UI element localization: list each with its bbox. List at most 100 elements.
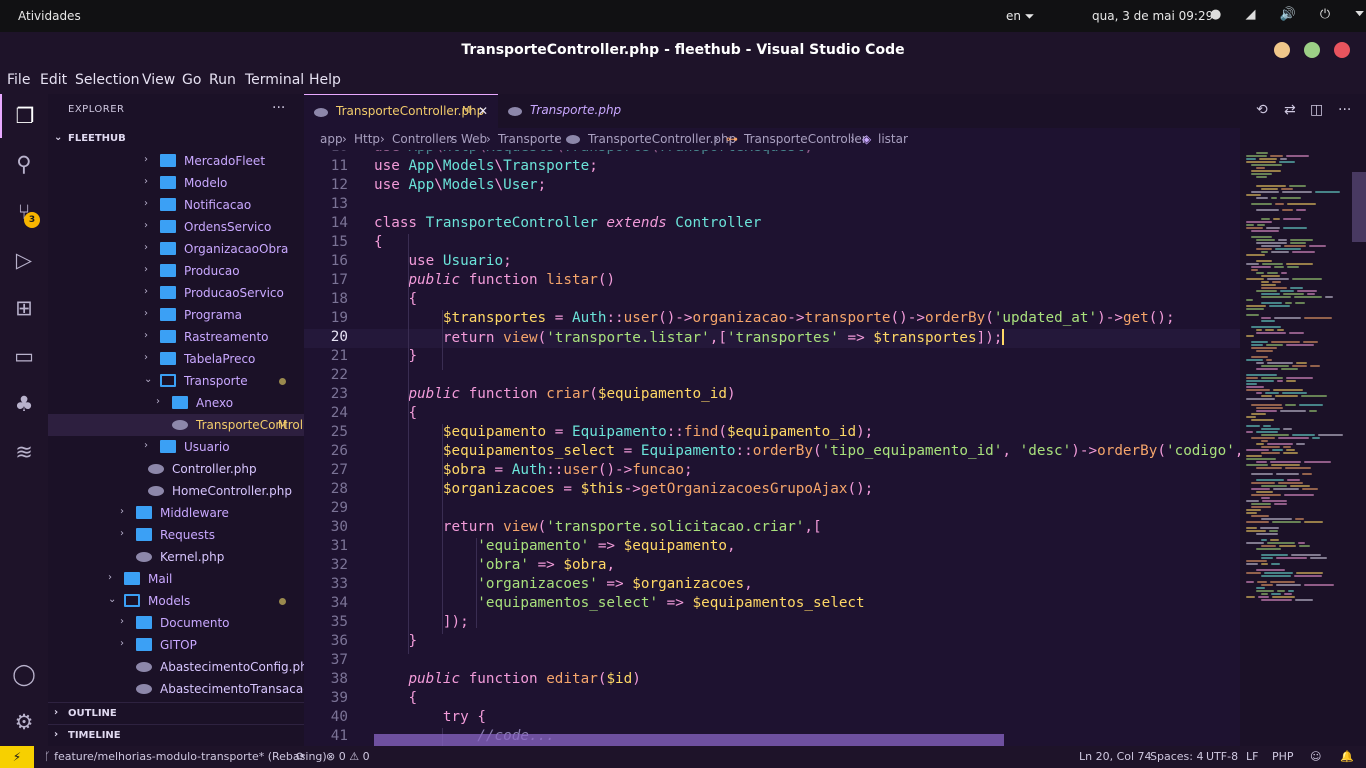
menu-edit[interactable]: Edit	[40, 72, 67, 88]
end-of-line[interactable]: LF	[1246, 750, 1258, 763]
settings-gear-icon[interactable]: ⚙	[0, 700, 48, 744]
menu-help[interactable]: Help	[309, 72, 341, 88]
search-icon[interactable]: ⚲	[0, 142, 48, 186]
tree-item[interactable]: Kernel.php	[48, 546, 304, 568]
close-window-button[interactable]	[1334, 42, 1350, 58]
tree-item[interactable]: › Mail	[48, 568, 304, 590]
activities-button[interactable]: Atividades	[18, 9, 81, 23]
menu-selection[interactable]: Selection	[75, 72, 140, 88]
close-tab-icon[interactable]: ✕	[478, 104, 488, 118]
remote-explorer-icon[interactable]: ▭	[0, 334, 48, 378]
more-actions-icon[interactable]: ···	[272, 100, 285, 116]
feedback-icon[interactable]: ☺	[1310, 750, 1321, 763]
minimap[interactable]	[1240, 150, 1366, 746]
tree-item-label: Rastreamento	[184, 330, 269, 344]
indentation[interactable]: Spaces: 4	[1150, 750, 1203, 763]
breadcrumb-item[interactable]: app	[320, 132, 343, 146]
code-line: 37	[304, 652, 1240, 671]
breadcrumb-item[interactable]: Web	[461, 132, 487, 146]
folder-icon	[136, 616, 152, 629]
timeline-history-icon[interactable]: ⟲	[1256, 102, 1268, 118]
minimap-line	[1276, 473, 1299, 475]
remote-indicator[interactable]: ⚡	[0, 746, 34, 768]
code-editor[interactable]: 10 use App\Http\Requests\Transporte\Trans…	[304, 150, 1240, 746]
tree-item[interactable]: › Usuario	[48, 436, 304, 458]
tree-item[interactable]: › GITOP	[48, 634, 304, 656]
tree-item[interactable]: › Producao	[48, 260, 304, 282]
breadcrumb-item[interactable]: listar	[878, 132, 908, 146]
tree-item[interactable]: ⌄ Models	[48, 590, 304, 612]
tree-item[interactable]: › Programa	[48, 304, 304, 326]
tree-item[interactable]: › Notificacao	[48, 194, 304, 216]
workspace-root[interactable]: ⌄ FLEETHUB	[48, 128, 304, 150]
tree-item[interactable]: › ProducaoServico	[48, 282, 304, 304]
minimap-line	[1315, 191, 1340, 193]
encoding[interactable]: UTF-8	[1206, 750, 1238, 763]
notifications-bell-icon[interactable]: 🔔	[1340, 750, 1354, 763]
tree-item[interactable]: HomeController.php	[48, 480, 304, 502]
tree-item[interactable]: › Requests	[48, 524, 304, 546]
minimap-line	[1292, 365, 1307, 367]
git-branch[interactable]: ᚴ feature/melhorias-modulo-transporte* (…	[44, 750, 327, 763]
tree-item-label: Models	[148, 594, 191, 608]
tree-item[interactable]: › Documento	[48, 612, 304, 634]
minimap-slider[interactable]	[1352, 172, 1366, 242]
compare-changes-icon[interactable]: ⇄	[1284, 102, 1296, 118]
tree-item[interactable]: TransporteController.php M	[48, 414, 344, 436]
problems-indicator[interactable]: ⊗ 0 ⚠ 0	[326, 750, 370, 763]
minimap-line	[1261, 317, 1271, 319]
language-mode[interactable]: PHP	[1272, 750, 1294, 763]
language-selector[interactable]: en ⏷	[1006, 9, 1034, 24]
tree-item[interactable]: › TabelaPreco	[48, 348, 304, 370]
tree-item[interactable]: ⌄ Transporte	[48, 370, 304, 392]
chevron-right-icon: ›	[380, 132, 385, 146]
outline-section[interactable]: › OUTLINE	[48, 702, 304, 724]
menu-view[interactable]: View	[142, 72, 175, 88]
menu-go[interactable]: Go	[182, 72, 201, 88]
tab-transporte-controller[interactable]: TransporteController.php M ✕	[304, 94, 498, 128]
account-icon[interactable]: ◯	[0, 652, 48, 696]
tree-item[interactable]: › OrganizacaoObra	[48, 238, 304, 260]
tree-item-label: Documento	[160, 616, 230, 630]
breadcrumb-item[interactable]: TransporteController	[744, 132, 867, 146]
clock[interactable]: qua, 3 de mai 09:29	[1092, 9, 1213, 23]
minimap-line	[1251, 236, 1272, 238]
menu-file[interactable]: File	[7, 72, 30, 88]
tree-item[interactable]: › Middleware	[48, 502, 304, 524]
minimap-line	[1251, 269, 1258, 271]
tree-item[interactable]: Controller.php	[48, 458, 304, 480]
tree-icon[interactable]: ♣	[0, 382, 48, 426]
breadcrumb-item[interactable]: Transporte	[498, 132, 562, 146]
tree-item[interactable]: › Anexo	[48, 392, 304, 414]
tree-item[interactable]: › Modelo	[48, 172, 304, 194]
tree-item[interactable]: AbastecimentoTransacao.php	[48, 678, 337, 700]
system-tray[interactable]: ● ◢ 🔊 ⏻ ⏷	[1210, 7, 1366, 22]
menu-terminal[interactable]: Terminal	[245, 72, 304, 88]
cursor-position[interactable]: Ln 20, Col 74	[1079, 750, 1152, 763]
tree-item-label: GITOP	[160, 638, 197, 652]
extensions-icon[interactable]: ⊞	[0, 286, 48, 330]
files-icon[interactable]: ❐	[0, 94, 48, 138]
tree-item[interactable]: AbastecimentoConfig.php	[48, 656, 315, 678]
source-control-icon[interactable]: ⑂ 3	[0, 190, 48, 234]
horizontal-scrollbar[interactable]	[374, 734, 1004, 746]
timeline-section[interactable]: › TIMELINE	[48, 724, 304, 746]
code-line: 34 'equipamentos_select' => $equipamento…	[304, 595, 1240, 614]
tree-item[interactable]: › Rastreamento	[48, 326, 304, 348]
tree-item[interactable]: › MercadoFleet	[48, 150, 304, 172]
more-actions-icon[interactable]: ···	[1338, 102, 1351, 118]
maximize-button[interactable]	[1304, 42, 1320, 58]
menu-run[interactable]: Run	[209, 72, 236, 88]
run-debug-icon[interactable]: ▷	[0, 238, 48, 282]
docker-icon[interactable]: ≋	[0, 430, 48, 474]
minimap-line	[1285, 404, 1296, 406]
sync-icon[interactable]: ⟳	[296, 750, 305, 763]
tab-transporte[interactable]: Transporte.php	[498, 94, 621, 128]
folder-icon	[124, 572, 140, 585]
tree-item[interactable]: › OrdensServico	[48, 216, 304, 238]
minimize-button[interactable]	[1274, 42, 1290, 58]
breadcrumb-item[interactable]: Http	[354, 132, 380, 146]
split-editor-icon[interactable]: ◫	[1310, 102, 1323, 118]
minimap-line	[1251, 341, 1268, 343]
breadcrumb-item[interactable]: Controllers	[392, 132, 457, 146]
